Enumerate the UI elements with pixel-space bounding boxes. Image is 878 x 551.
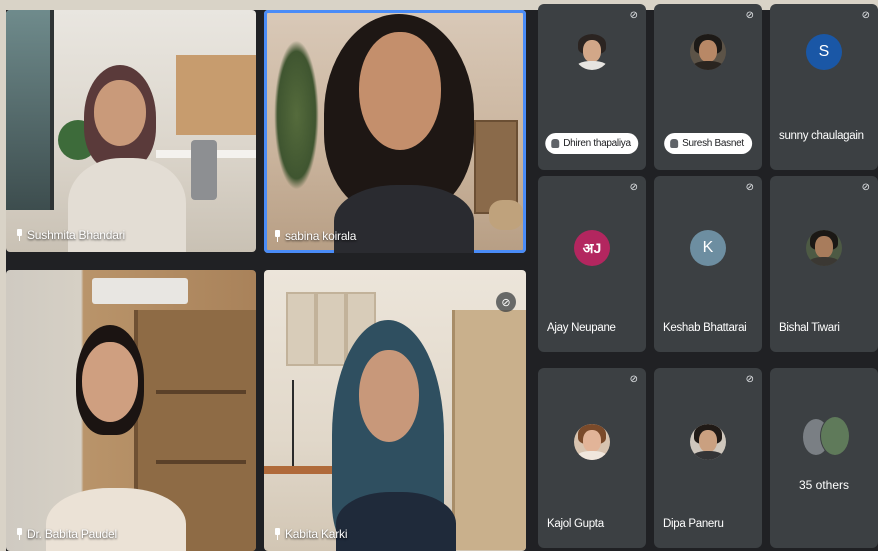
mic-off-icon: ⊘ (745, 182, 754, 193)
office-window (6, 10, 54, 210)
air-conditioner (92, 278, 188, 304)
avatar (690, 34, 726, 70)
mic-off-icon: ⊘ (861, 182, 870, 193)
mic-off-icon: ⊘ (745, 374, 754, 385)
participant-name: Kajol Gupta (547, 518, 604, 530)
participant-tile-dhiren[interactable]: ⊘ Dhiren thapaliya (538, 4, 646, 170)
participant-name: Kabita Karki (274, 527, 348, 541)
hand-raised-icon (670, 139, 679, 148)
bookcase-shelf (156, 460, 246, 464)
mic-off-icon: ⊘ (745, 10, 754, 21)
participant-name: Dr. Babita Paudel (16, 527, 117, 541)
video-tile-babita[interactable]: Dr. Babita Paudel (6, 270, 256, 551)
basket (489, 200, 523, 230)
mic-off-icon: ⊘ (629, 10, 638, 21)
participant-name: Bishal Tiwari (779, 322, 840, 334)
participant-tile-sunny[interactable]: ⊘ S sunny chaulagain (770, 4, 878, 170)
hand-raised-icon (551, 139, 560, 148)
bookcase-shelf (156, 390, 246, 394)
hand-raised-badge: Suresh Basnet (664, 133, 752, 154)
avatar (690, 424, 726, 460)
avatar (820, 416, 850, 456)
participant-name: sunny chaulagain (779, 130, 864, 142)
participant-name: sabina koirala (274, 229, 356, 243)
participant-tile-kajol[interactable]: ⊘ Kajol Gupta (538, 368, 646, 548)
participant-tile-dipa[interactable]: ⊘ Dipa Paneru (654, 368, 762, 548)
meeting-stage: Sushmita Bhandari sabina koirala Dr. Bab… (6, 4, 878, 551)
avatar (574, 34, 610, 70)
avatar: अJ (574, 230, 610, 266)
avatar: S (806, 34, 842, 70)
mic-off-icon: ⊘ (496, 292, 516, 312)
video-tile-sushmita[interactable]: Sushmita Bhandari (6, 10, 256, 252)
desk-lamp (292, 380, 294, 468)
others-count: 35 others (798, 478, 850, 492)
hand-raised-badge: Dhiren thapaliya (545, 133, 639, 154)
participant-name: Ajay Neupane (547, 322, 616, 334)
mic-off-icon: ⊘ (629, 374, 638, 385)
video-tile-sabina[interactable]: sabina koirala (264, 10, 526, 253)
avatar (574, 424, 610, 460)
wall-frame (286, 292, 316, 366)
pin-icon (274, 528, 281, 540)
participant-name: Dipa Paneru (663, 518, 724, 530)
pin-icon (274, 230, 281, 242)
pin-icon (16, 229, 23, 241)
avatar: K (690, 230, 726, 266)
wall-frame (316, 292, 346, 366)
participant-tile-bishal[interactable]: ⊘ Bishal Tiwari (770, 176, 878, 352)
participant-tile-suresh[interactable]: ⊘ Suresh Basnet (654, 4, 762, 170)
mic-off-icon: ⊘ (861, 10, 870, 21)
video-tile-kabita[interactable]: ⊘ Kabita Karki (264, 270, 526, 551)
mic-off-icon: ⊘ (629, 182, 638, 193)
others-avatar-stack (802, 416, 850, 456)
participant-name: Sushmita Bhandari (16, 228, 125, 242)
shelf (452, 310, 526, 550)
wood-wall (176, 55, 256, 135)
pin-icon (16, 528, 23, 540)
avatar (806, 230, 842, 266)
participant-name: Keshab Bhattarai (663, 322, 747, 334)
others-tile[interactable]: 35 others (770, 368, 878, 548)
participant-tile-ajay[interactable]: ⊘ अJ Ajay Neupane (538, 176, 646, 352)
participant-tile-keshab[interactable]: ⊘ K Keshab Bhattarai (654, 176, 762, 352)
plant (274, 40, 319, 190)
chair (191, 140, 217, 200)
